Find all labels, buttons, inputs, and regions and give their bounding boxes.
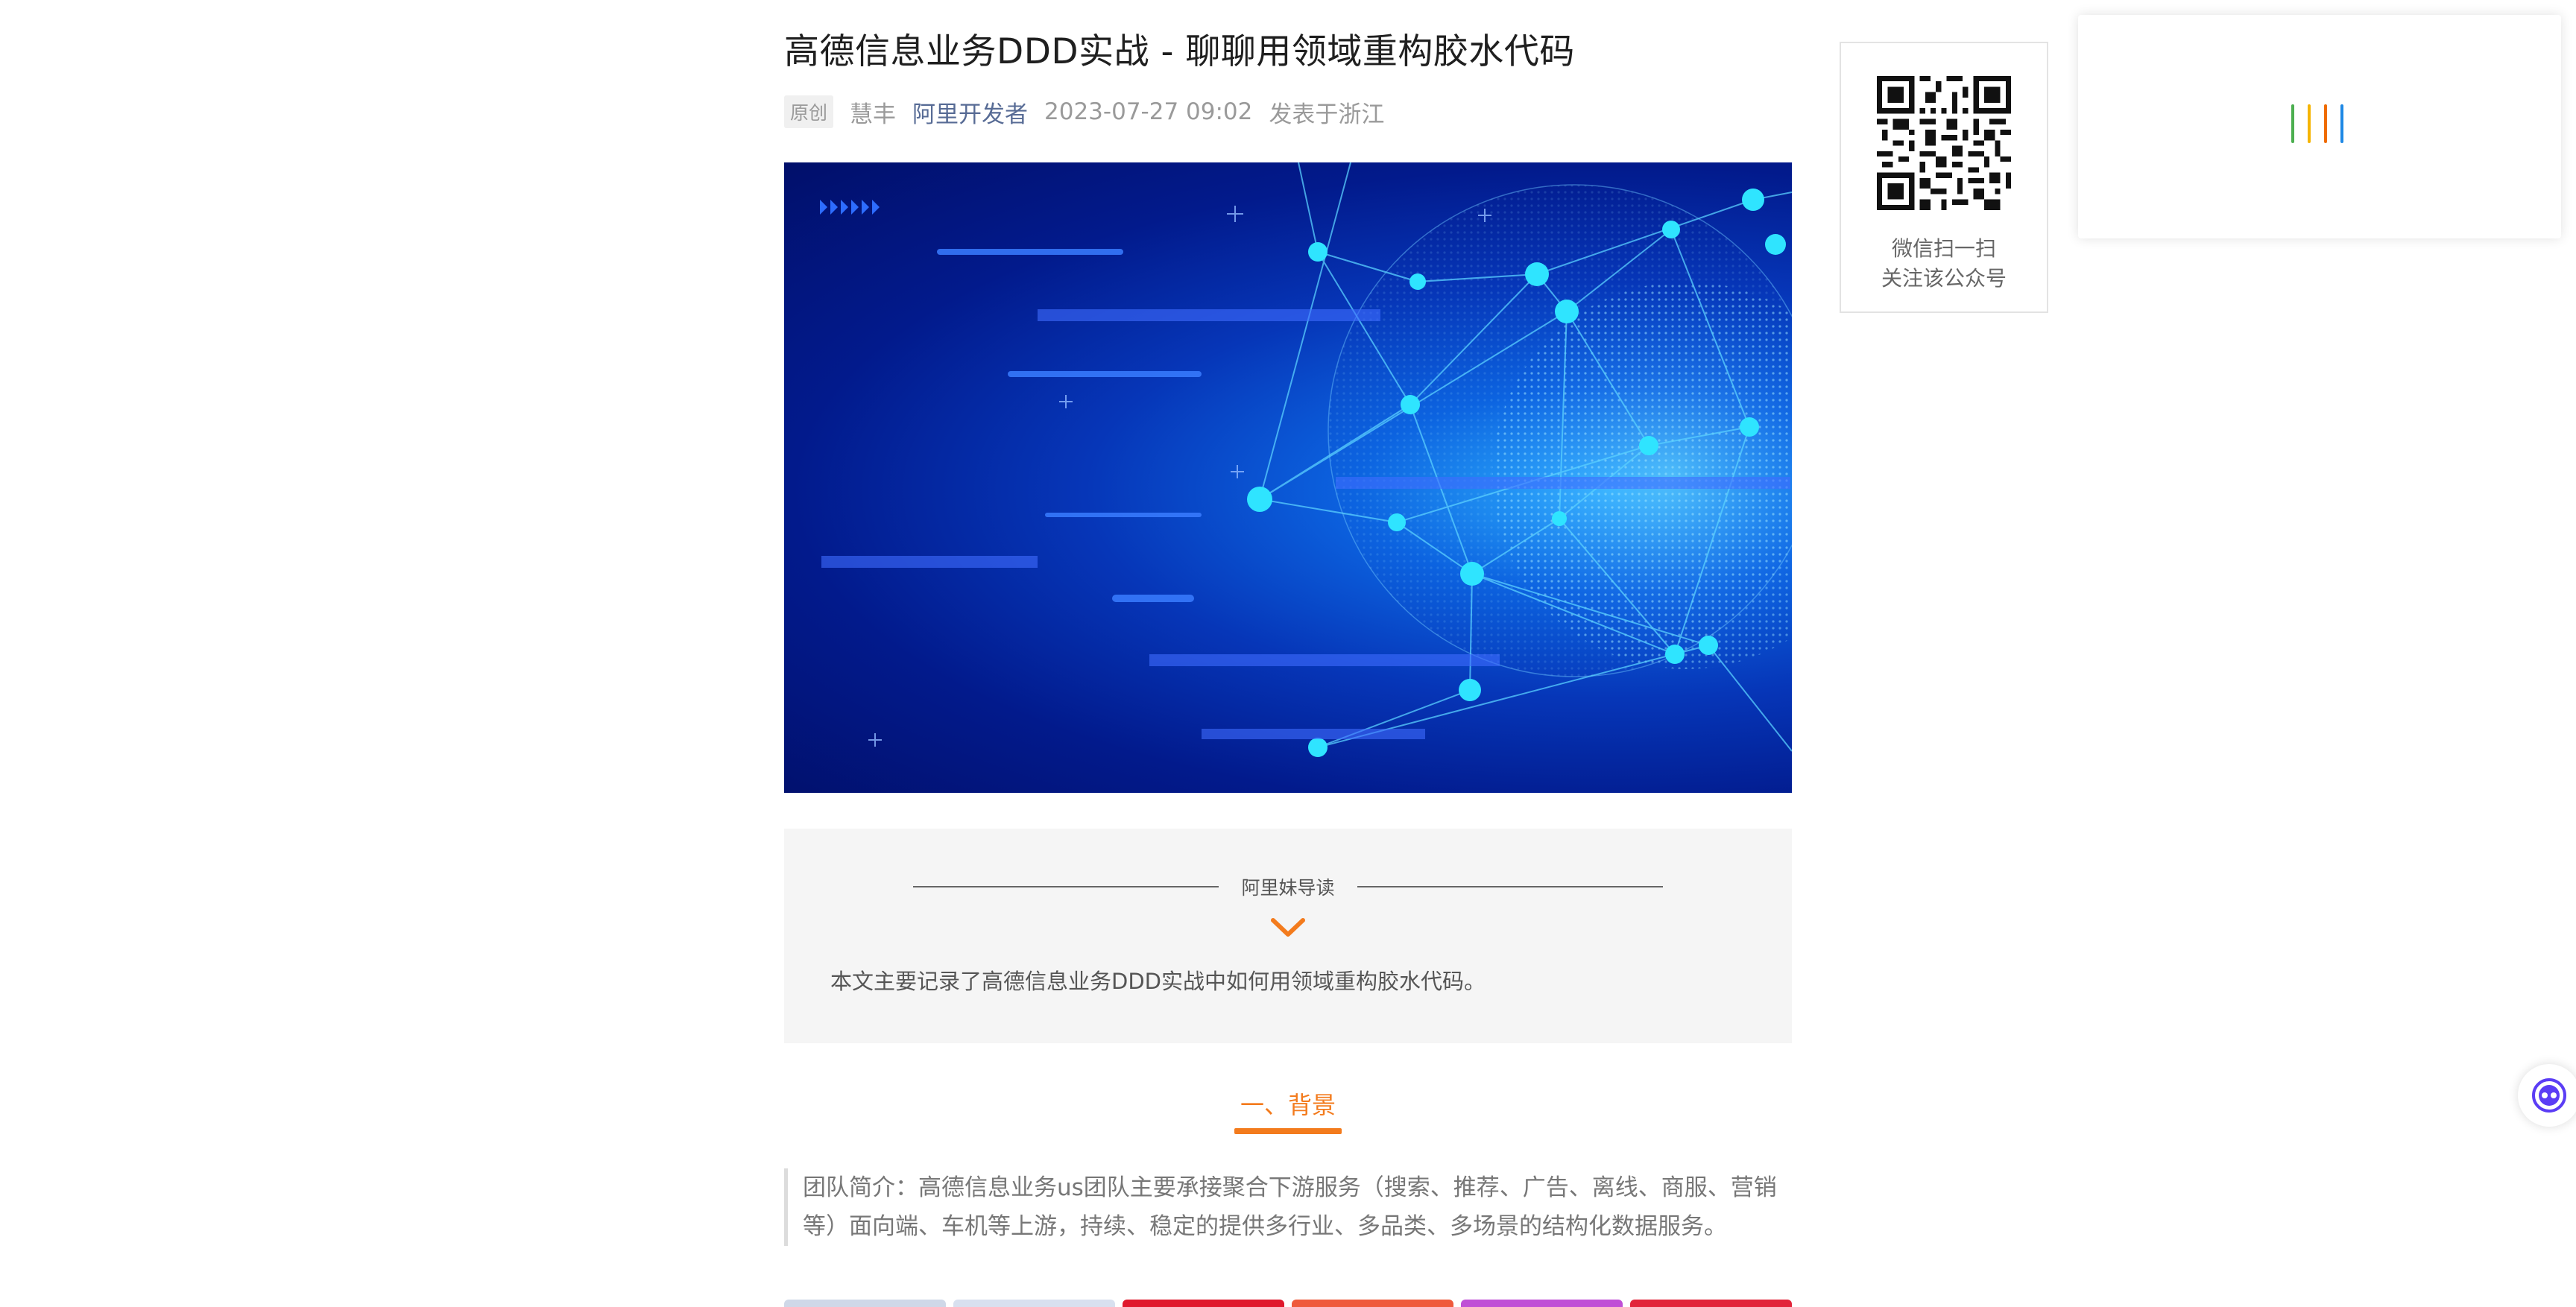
assistant-bot-icon bbox=[2532, 1078, 2566, 1113]
chevron-down-icon bbox=[1271, 918, 1305, 937]
guide-text: 本文主要记录了高德信息业务DDD实战中如何用领域重构胶水代码。 bbox=[830, 969, 1486, 994]
strip-segment bbox=[1292, 1300, 1453, 1307]
loading-bar bbox=[2291, 104, 2294, 143]
guide-title: 阿里妹导读 bbox=[1241, 877, 1335, 899]
strip-segment bbox=[1461, 1300, 1623, 1307]
strip-segment bbox=[784, 1300, 946, 1307]
guide-box: 阿里妹导读 本文主要记录了高德信息业务DDD实战中如何用领域重构胶水代码。 bbox=[784, 829, 1792, 1043]
strip-segment bbox=[1630, 1300, 1792, 1307]
qr-caption-line1: 微信扫一扫 bbox=[1891, 236, 1996, 261]
guide-divider-left bbox=[913, 886, 1219, 887]
qr-card: 微信扫一扫 关注该公众号 bbox=[1840, 42, 2048, 313]
article: 高德信息业务DDD实战 - 聊聊用领域重构胶水代码 原创 慧丰 阿里开发者 20… bbox=[784, 28, 1792, 1246]
author-name[interactable]: 慧丰 bbox=[850, 95, 896, 129]
strip-segment bbox=[1123, 1300, 1284, 1307]
guide-header: 阿里妹导读 bbox=[784, 873, 1792, 900]
loading-bar bbox=[2308, 104, 2311, 143]
account-link[interactable]: 阿里开发者 bbox=[912, 95, 1028, 129]
hero-image bbox=[784, 162, 1792, 793]
section-heading-underline bbox=[1234, 1128, 1342, 1134]
strip-segment bbox=[953, 1300, 1115, 1307]
loading-bar bbox=[2324, 104, 2327, 143]
article-meta: 原创 慧丰 阿里开发者 2023-07-27 09:02 发表于浙江 bbox=[784, 95, 1792, 128]
publish-datetime: 2023-07-27 09:02 bbox=[1044, 98, 1253, 125]
team-intro-quote: 团队简介：高德信息业务us团队主要承接聚合下游服务（搜索、推荐、广告、离线、商服… bbox=[784, 1168, 1792, 1246]
qr-caption: 微信扫一扫 关注该公众号 bbox=[1841, 234, 2047, 294]
qr-code-icon[interactable] bbox=[1877, 76, 2011, 210]
image-strip-preview bbox=[784, 1300, 1792, 1307]
loading-panel bbox=[2078, 15, 2561, 238]
publish-location: 发表于浙江 bbox=[1269, 101, 1385, 128]
guide-divider-right bbox=[1357, 886, 1663, 887]
qr-caption-line2: 关注该公众号 bbox=[1881, 266, 2007, 291]
original-badge: 原创 bbox=[784, 95, 834, 128]
section-heading: 一、背景 bbox=[784, 1086, 1792, 1139]
section-heading-text: 一、背景 bbox=[1240, 1091, 1336, 1119]
loading-bars-icon bbox=[2291, 104, 2343, 143]
article-title: 高德信息业务DDD实战 - 聊聊用领域重构胶水代码 bbox=[784, 31, 1575, 72]
loading-bar bbox=[2340, 104, 2343, 143]
assistant-button[interactable] bbox=[2518, 1064, 2576, 1127]
page: 高德信息业务DDD实战 - 聊聊用领域重构胶水代码 原创 慧丰 阿里开发者 20… bbox=[0, 0, 2576, 1307]
network-globe-illustration bbox=[820, 162, 1792, 757]
